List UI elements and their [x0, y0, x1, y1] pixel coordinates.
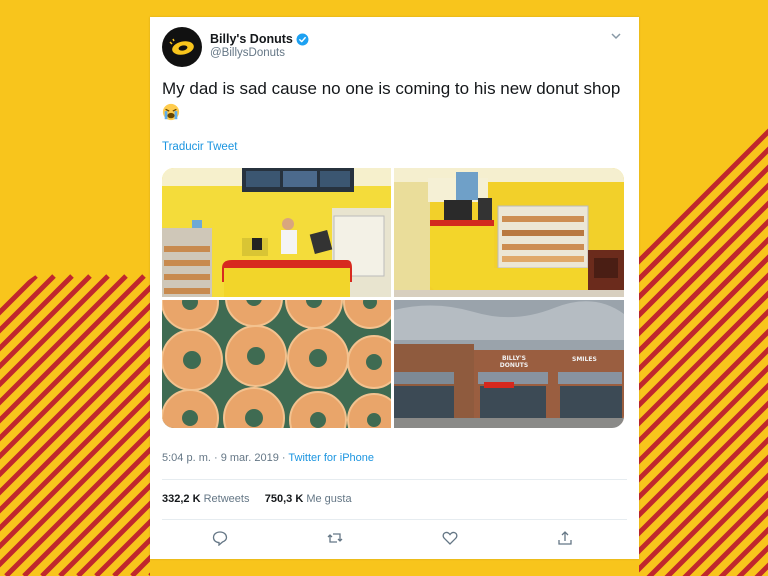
reply-icon[interactable] — [212, 530, 228, 546]
retweets-label: Retweets — [203, 493, 250, 505]
retweet-icon[interactable] — [327, 530, 343, 546]
tweet-time[interactable]: 5:04 p. m. — [162, 452, 211, 464]
avatar[interactable] — [162, 27, 202, 67]
tweet-text: My dad is sad cause no one is coming to … — [162, 77, 632, 125]
divider — [162, 479, 627, 480]
likes-count: 750,3 K — [264, 493, 304, 505]
photo-grid: BILLY'S DONUTS SMILES — [162, 168, 624, 428]
photo-glazed-donuts[interactable] — [162, 300, 391, 428]
author-name-row[interactable]: Billy's Donuts — [210, 30, 309, 48]
billys-donuts-logo — [169, 38, 194, 55]
divider — [162, 519, 627, 520]
share-icon[interactable] — [557, 530, 573, 546]
separator: · — [281, 452, 286, 464]
retweets-count: 332,2 K — [162, 493, 201, 505]
heart-icon[interactable] — [442, 530, 458, 546]
photo-storefront[interactable]: BILLY'S DONUTS SMILES — [394, 300, 624, 428]
separator: · — [213, 452, 218, 464]
translate-tweet-link[interactable]: Traducir Tweet — [162, 141, 237, 153]
tweet-metadata: 5:04 p. m. · 9 mar. 2019 · Twitter for i… — [162, 452, 374, 464]
tweet-body: My dad is sad cause no one is coming to … — [162, 79, 621, 98]
chevron-down-icon[interactable] — [609, 29, 623, 43]
verified-badge-icon — [296, 33, 309, 45]
storefront-sign-smiles: SMILES — [572, 356, 597, 363]
engagement-stats: 332,2 K Retweets 750,3 K Me gusta — [162, 493, 352, 505]
display-name[interactable]: Billy's Donuts — [210, 32, 293, 46]
retweets-stat[interactable]: 332,2 K Retweets — [162, 493, 249, 505]
author-handle[interactable]: @BillysDonuts — [210, 47, 285, 59]
photo-shop-counter[interactable] — [162, 168, 391, 297]
tweet-card: Billy's Donuts @BillysDonuts My dad is s… — [150, 17, 639, 559]
likes-label: Me gusta — [306, 493, 352, 505]
photo-donut-display[interactable] — [394, 168, 624, 297]
crying-face-icon — [162, 103, 180, 121]
tweet-source-link[interactable]: Twitter for iPhone — [288, 452, 374, 464]
storefront-sign-billys: BILLY'S DONUTS — [499, 355, 529, 369]
tweet-date[interactable]: 9 mar. 2019 — [221, 452, 279, 464]
likes-stat[interactable]: 750,3 K Me gusta — [265, 493, 352, 505]
